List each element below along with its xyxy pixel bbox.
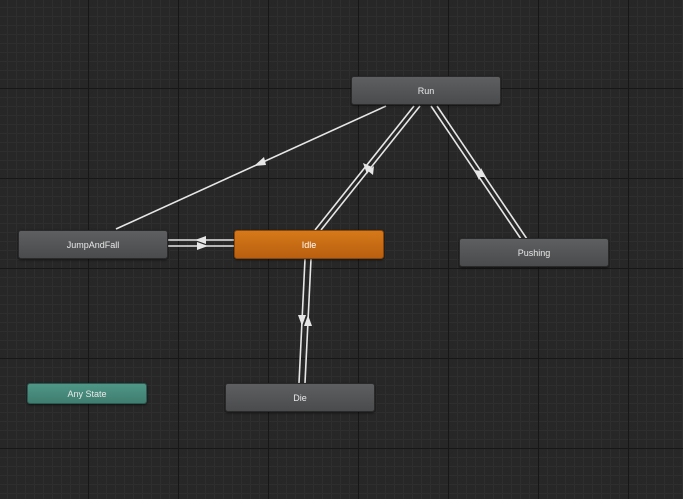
- transition-run-to-jumpandfall[interactable]: [115, 105, 387, 230]
- state-node-pushing[interactable]: Pushing: [459, 238, 609, 267]
- state-label: Run: [417, 85, 435, 96]
- state-label: Idle: [301, 239, 317, 250]
- state-node-idle-default[interactable]: Idle: [234, 230, 384, 259]
- transition-run-idle[interactable]: [314, 105, 421, 231]
- state-label: Pushing: [517, 247, 551, 258]
- transition-run-pushing[interactable]: [430, 105, 528, 240]
- transition-arrow-icon: [195, 236, 206, 244]
- animator-graph-canvas[interactable]: Run JumpAndFall Idle Pushing Any State D…: [0, 0, 683, 499]
- state-node-jumpandfall[interactable]: JumpAndFall: [18, 230, 168, 259]
- state-node-run[interactable]: Run: [351, 76, 501, 105]
- transition-arrow-icon: [254, 157, 266, 166]
- transition-arrow-icon: [480, 168, 486, 177]
- transition-jumpandfall-idle[interactable]: [168, 236, 234, 250]
- state-label: JumpAndFall: [66, 239, 120, 250]
- transition-idle-die[interactable]: [298, 258, 312, 384]
- state-label: Die: [293, 392, 307, 403]
- transition-arrow-icon: [197, 242, 208, 250]
- state-node-any-state[interactable]: Any State: [27, 383, 147, 404]
- state-node-die[interactable]: Die: [225, 383, 375, 412]
- state-label: Any State: [67, 388, 107, 399]
